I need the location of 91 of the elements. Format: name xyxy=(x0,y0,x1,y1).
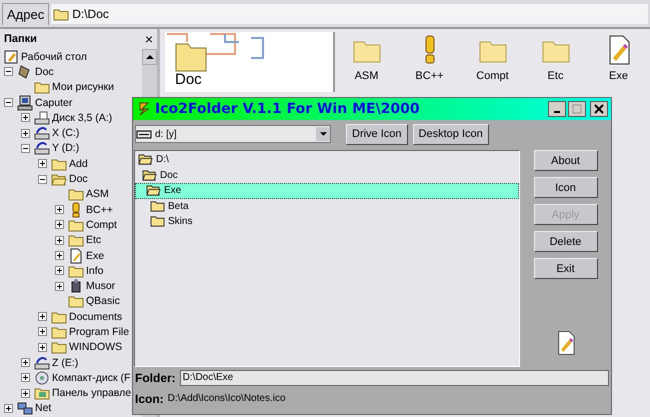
expand-toggle[interactable] xyxy=(4,404,13,413)
tree-item[interactable]: Doc xyxy=(35,66,54,78)
expand-toggle[interactable] xyxy=(55,282,64,291)
folder-list-item[interactable]: Beta xyxy=(135,198,519,214)
network-icon xyxy=(17,400,33,416)
folder-field[interactable]: D:\Doc\Exe xyxy=(180,370,609,386)
scroll-up-button[interactable] xyxy=(142,49,157,65)
close-button[interactable] xyxy=(590,101,608,117)
tree-item[interactable]: Net xyxy=(35,402,52,414)
dialog-button[interactable]: Exit xyxy=(534,258,598,279)
cd-icon xyxy=(34,370,50,386)
expand-toggle[interactable] xyxy=(21,128,30,138)
expand-toggle[interactable] xyxy=(55,266,64,276)
expand-toggle[interactable] xyxy=(4,67,13,76)
tree-item[interactable]: Диск 3,5 (A:) xyxy=(52,112,112,124)
folder-title: Doc xyxy=(175,71,202,88)
dialog-button[interactable]: About xyxy=(534,150,598,171)
open-folder-icon xyxy=(138,153,153,166)
expand-toggle[interactable] xyxy=(38,159,47,168)
address-label: Адрес xyxy=(2,2,50,24)
open-folder-icon xyxy=(146,184,161,198)
dialog-button[interactable]: Delete xyxy=(534,231,598,252)
toolbar-button[interactable]: Drive Icon xyxy=(346,124,408,144)
tree-item[interactable]: BC++ xyxy=(86,204,113,216)
tree-item[interactable]: Documents xyxy=(69,310,122,323)
folder-label: Folder: xyxy=(135,370,176,384)
folder-list-item[interactable]: Skins xyxy=(135,214,519,230)
tree-item[interactable]: Musor xyxy=(86,280,116,292)
expand-toggle[interactable] xyxy=(38,174,47,184)
dialog-button[interactable]: Icon xyxy=(534,177,598,198)
open-folder-icon xyxy=(142,168,157,182)
expand-toggle[interactable] xyxy=(4,98,13,108)
computer-icon xyxy=(17,94,33,111)
expand-toggle[interactable] xyxy=(21,358,30,368)
tree-item[interactable]: Add xyxy=(69,158,88,170)
tree-item[interactable]: Etc xyxy=(86,234,102,246)
tree-item[interactable]: QBasic xyxy=(86,295,120,308)
tree-item[interactable]: WINDOWS xyxy=(69,341,122,354)
pane-title: Папки xyxy=(4,33,37,45)
tree-item[interactable]: Doc xyxy=(69,173,88,186)
tree-item[interactable]: Exe xyxy=(86,250,104,262)
expand-toggle[interactable] xyxy=(21,113,30,122)
tree-item[interactable]: Рабочий стол xyxy=(21,50,87,63)
tree-item[interactable]: Info xyxy=(86,264,104,277)
expand-toggle[interactable] xyxy=(55,205,64,214)
minimize-icon xyxy=(554,111,560,113)
tree-item[interactable]: Caputer xyxy=(35,96,72,109)
tree-item[interactable]: Мои рисунки xyxy=(52,81,114,94)
expand-toggle[interactable] xyxy=(38,312,47,322)
tree-item[interactable]: Z (E:) xyxy=(52,356,78,369)
expand-toggle[interactable] xyxy=(21,388,30,398)
address-field[interactable]: D:\Doc xyxy=(51,4,648,24)
expand-toggle[interactable] xyxy=(55,251,64,260)
up-arrow-icon xyxy=(146,55,154,59)
expand-toggle[interactable] xyxy=(21,144,30,153)
drive-dropdown[interactable]: d: [y] xyxy=(135,125,331,143)
file-label: Compt xyxy=(476,70,509,82)
maximize-icon xyxy=(572,104,582,114)
tree-item[interactable]: ASM xyxy=(86,188,109,200)
folder-list-item[interactable]: Exe xyxy=(135,183,519,198)
expand-toggle[interactable] xyxy=(55,236,64,245)
toolbar-button[interactable]: Desktop Icon xyxy=(412,124,489,144)
tree-item[interactable]: Compt xyxy=(86,218,117,231)
tree-item[interactable]: X (C:) xyxy=(52,127,80,140)
expand-toggle[interactable] xyxy=(21,373,30,382)
tree-item[interactable]: Program File xyxy=(69,326,130,338)
file-label: Etc xyxy=(548,70,564,82)
maximize-button[interactable] xyxy=(568,101,586,117)
close-icon xyxy=(594,104,604,114)
tree-item[interactable]: Панель управле xyxy=(52,387,132,400)
expand-toggle[interactable] xyxy=(38,342,47,352)
note-icon xyxy=(68,248,84,264)
folder-list-item[interactable]: D:\ xyxy=(135,152,519,168)
tree-item[interactable]: Y (D:) xyxy=(52,142,80,154)
drive-icon xyxy=(34,125,50,142)
expand-toggle[interactable] xyxy=(55,220,64,230)
file-label: ASM xyxy=(354,70,378,82)
folder-list-item[interactable]: Doc xyxy=(135,168,519,183)
tree-item[interactable]: Компакт-диск (F xyxy=(52,372,130,384)
file-label: BC++ xyxy=(415,70,444,82)
icon-label: Icon: xyxy=(135,392,164,406)
drive-icon xyxy=(34,354,50,371)
folder-icon xyxy=(150,215,165,228)
close-icon[interactable]: × xyxy=(144,31,153,47)
minimize-button[interactable] xyxy=(548,101,566,117)
expand-toggle[interactable] xyxy=(38,327,47,336)
file-label: Exe xyxy=(609,70,628,82)
window-title: Ico2Folder V.1.1 For Win ME\2000 xyxy=(155,101,420,117)
drive-icon xyxy=(34,140,50,156)
icon-path: D:\Add\Icons\Ico\Notes.ico xyxy=(168,393,286,404)
floppy-icon xyxy=(34,110,50,126)
